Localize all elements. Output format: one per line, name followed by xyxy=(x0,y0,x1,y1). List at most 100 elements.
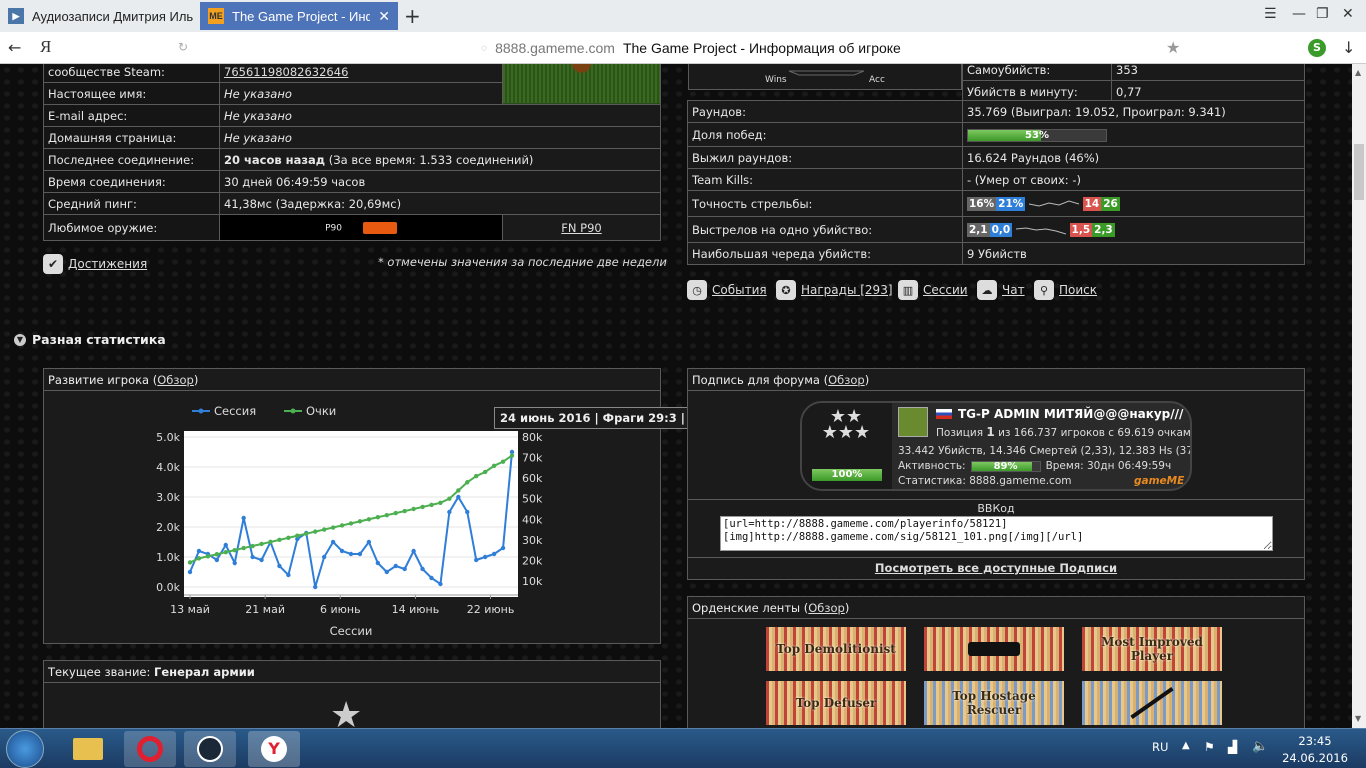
y-left-tick: 1.0k xyxy=(156,551,180,564)
menu-icon[interactable]: ☰ xyxy=(1264,6,1277,22)
series-point-0 xyxy=(339,548,345,554)
ribbon-top-hostage-rescuer[interactable]: Top Hostage Rescuer xyxy=(924,681,1064,725)
overview-link[interactable]: Обзор xyxy=(808,601,845,615)
series-point-0 xyxy=(241,515,246,521)
profile-table: сообществе Steam: 76561198082632646 Насто… xyxy=(43,64,661,241)
series-point-1 xyxy=(411,506,416,512)
nav-awards[interactable]: ✪ Награды [293] xyxy=(776,280,893,300)
ribbon-top-demolitionist[interactable]: Top Demolitionist xyxy=(766,627,906,671)
y-right-tick: 60k xyxy=(522,472,543,485)
x-tick: 6 июнь xyxy=(320,603,361,616)
table-row: Домашняя страница: Не указано xyxy=(43,126,661,149)
restore-icon[interactable]: ❐ xyxy=(1316,6,1329,22)
series-point-0 xyxy=(277,563,282,569)
series-point-0 xyxy=(250,554,255,560)
explorer-icon[interactable] xyxy=(62,731,114,767)
rank-badge: ★★ ★★★ 100% xyxy=(802,403,892,489)
avatar xyxy=(502,64,661,105)
back-icon[interactable]: ← xyxy=(8,38,21,57)
scroll-up-icon[interactable]: ▲ xyxy=(1355,68,1361,77)
yandex-browser-icon[interactable]: Y xyxy=(248,731,300,767)
legend-session: Сессия xyxy=(214,404,256,418)
ribbons-panel: Орденские ленты (Обзор) Top Demolitionis… xyxy=(687,596,1305,728)
series-point-1 xyxy=(438,500,443,506)
close-tab-icon[interactable]: ✕ xyxy=(378,8,390,25)
bars-icon: ▥ xyxy=(898,280,918,300)
table-row: Точность стрельбы: 16% 21% 14 26 xyxy=(687,190,1305,217)
page-content: сообществе Steam: 76561198082632646 Насто… xyxy=(0,64,1352,728)
opera-icon[interactable] xyxy=(124,731,176,767)
series-point-1 xyxy=(286,535,291,540)
tab-gameme[interactable]: ME The Game Project - Инфо ✕ xyxy=(200,2,398,30)
series-point-1 xyxy=(295,533,300,538)
clock-time[interactable]: 23:45 xyxy=(1290,734,1340,748)
table-row: Средний пинг: 41,38мс (Задержка: 20,69мс) xyxy=(43,192,661,215)
start-button[interactable] xyxy=(6,730,44,768)
url-field[interactable]: ◌ 8888.gameme.com The Game Project - Инф… xyxy=(196,35,1186,61)
section-header[interactable]: ▼ Разная статистика xyxy=(14,332,166,347)
bookmark-star-icon[interactable]: ★ xyxy=(1166,38,1180,57)
weapon-link[interactable]: FN P90 xyxy=(561,221,601,235)
series-point-1 xyxy=(304,531,309,536)
forum-signature: ★★ ★★★ 100% TG-P ADMIN МИТЯЙ@@@накур/// П… xyxy=(800,401,1192,491)
steam-id-link[interactable]: 76561198082632646 xyxy=(224,65,348,79)
steam-icon: ✔ xyxy=(43,254,63,274)
series-point-1 xyxy=(429,502,434,508)
ribbon-p90[interactable] xyxy=(924,627,1064,671)
scroll-down-icon[interactable]: ▼ xyxy=(1355,714,1361,723)
scroll-thumb[interactable] xyxy=(1354,144,1364,200)
series-point-0 xyxy=(474,557,479,563)
clock-date[interactable]: 24.06.2016 xyxy=(1280,751,1350,765)
series-point-0 xyxy=(286,572,291,578)
ribbon-most-improved[interactable]: Most Improved Player xyxy=(1082,627,1222,671)
overview-link[interactable]: Обзор xyxy=(828,373,865,387)
bbcode-textarea[interactable] xyxy=(720,516,1273,551)
table-row: Последнее соединение: 20 часов назад (За … xyxy=(43,148,661,171)
close-window-icon[interactable]: ✕ xyxy=(1342,6,1354,22)
steam-icon[interactable] xyxy=(184,731,236,767)
minimize-icon[interactable]: — xyxy=(1292,6,1306,22)
series-point-1 xyxy=(187,560,193,565)
nav-chat[interactable]: ☁ Чат xyxy=(977,280,1025,300)
ribbon-knife[interactable] xyxy=(1082,681,1222,725)
overview-link[interactable]: Обзор xyxy=(157,373,194,387)
award-icon: ✪ xyxy=(776,280,796,300)
volume-icon[interactable]: 🔈 xyxy=(1252,739,1268,754)
tray-expand-icon[interactable]: ▲ xyxy=(1182,740,1190,751)
series-point-1 xyxy=(321,527,327,532)
y-right-tick: 30k xyxy=(522,534,543,547)
flag-icon[interactable]: ⚑ xyxy=(1204,740,1215,754)
achievements-link[interactable]: ✔ Достижения xyxy=(43,254,147,274)
reload-icon[interactable]: ↻ xyxy=(178,40,188,54)
yandex-icon[interactable]: Я xyxy=(40,37,51,57)
series-point-1 xyxy=(491,463,497,468)
series-point-0 xyxy=(232,560,237,566)
table-row: Выжил раундов: 16.624 Раундов (46%) xyxy=(687,146,1305,169)
series-point-0 xyxy=(384,569,389,575)
all-signatures-link[interactable]: Посмотреть все доступные Подписи xyxy=(875,561,1117,575)
ribbon-top-defuser[interactable]: Top Defuser xyxy=(766,681,906,725)
russia-flag-icon xyxy=(936,409,952,419)
series-point-0 xyxy=(196,548,202,554)
series-point-0 xyxy=(187,569,193,575)
y-right-tick: 50k xyxy=(522,493,543,506)
radar-acc-label: Acc xyxy=(869,75,885,85)
series-point-0 xyxy=(402,566,407,572)
series-point-1 xyxy=(447,496,452,501)
new-tab-icon[interactable]: + xyxy=(404,4,421,28)
series-point-0 xyxy=(375,560,381,566)
tab-audio[interactable]: ▶ Аудиозаписи Дмитрия Иль xyxy=(0,2,196,30)
network-icon[interactable]: ▟ xyxy=(1228,740,1237,754)
extension-icon[interactable]: S xyxy=(1308,39,1326,57)
series-point-1 xyxy=(348,521,354,526)
nav-sessions[interactable]: ▥ Сессии xyxy=(898,280,968,300)
page-scrollbar[interactable]: ▲ ▼ xyxy=(1352,64,1366,728)
series-point-1 xyxy=(393,510,398,516)
weapon-name: P90 xyxy=(325,223,342,233)
accuracy-chips: 16% 21% 14 26 xyxy=(962,190,1305,217)
nav-search[interactable]: ⚲ Поиск xyxy=(1034,280,1097,300)
language-indicator[interactable]: RU xyxy=(1152,740,1168,754)
download-icon[interactable]: ↓ xyxy=(1342,38,1355,57)
nav-events[interactable]: ◷ События xyxy=(687,280,767,300)
y-left-tick: 5.0k xyxy=(156,431,180,444)
